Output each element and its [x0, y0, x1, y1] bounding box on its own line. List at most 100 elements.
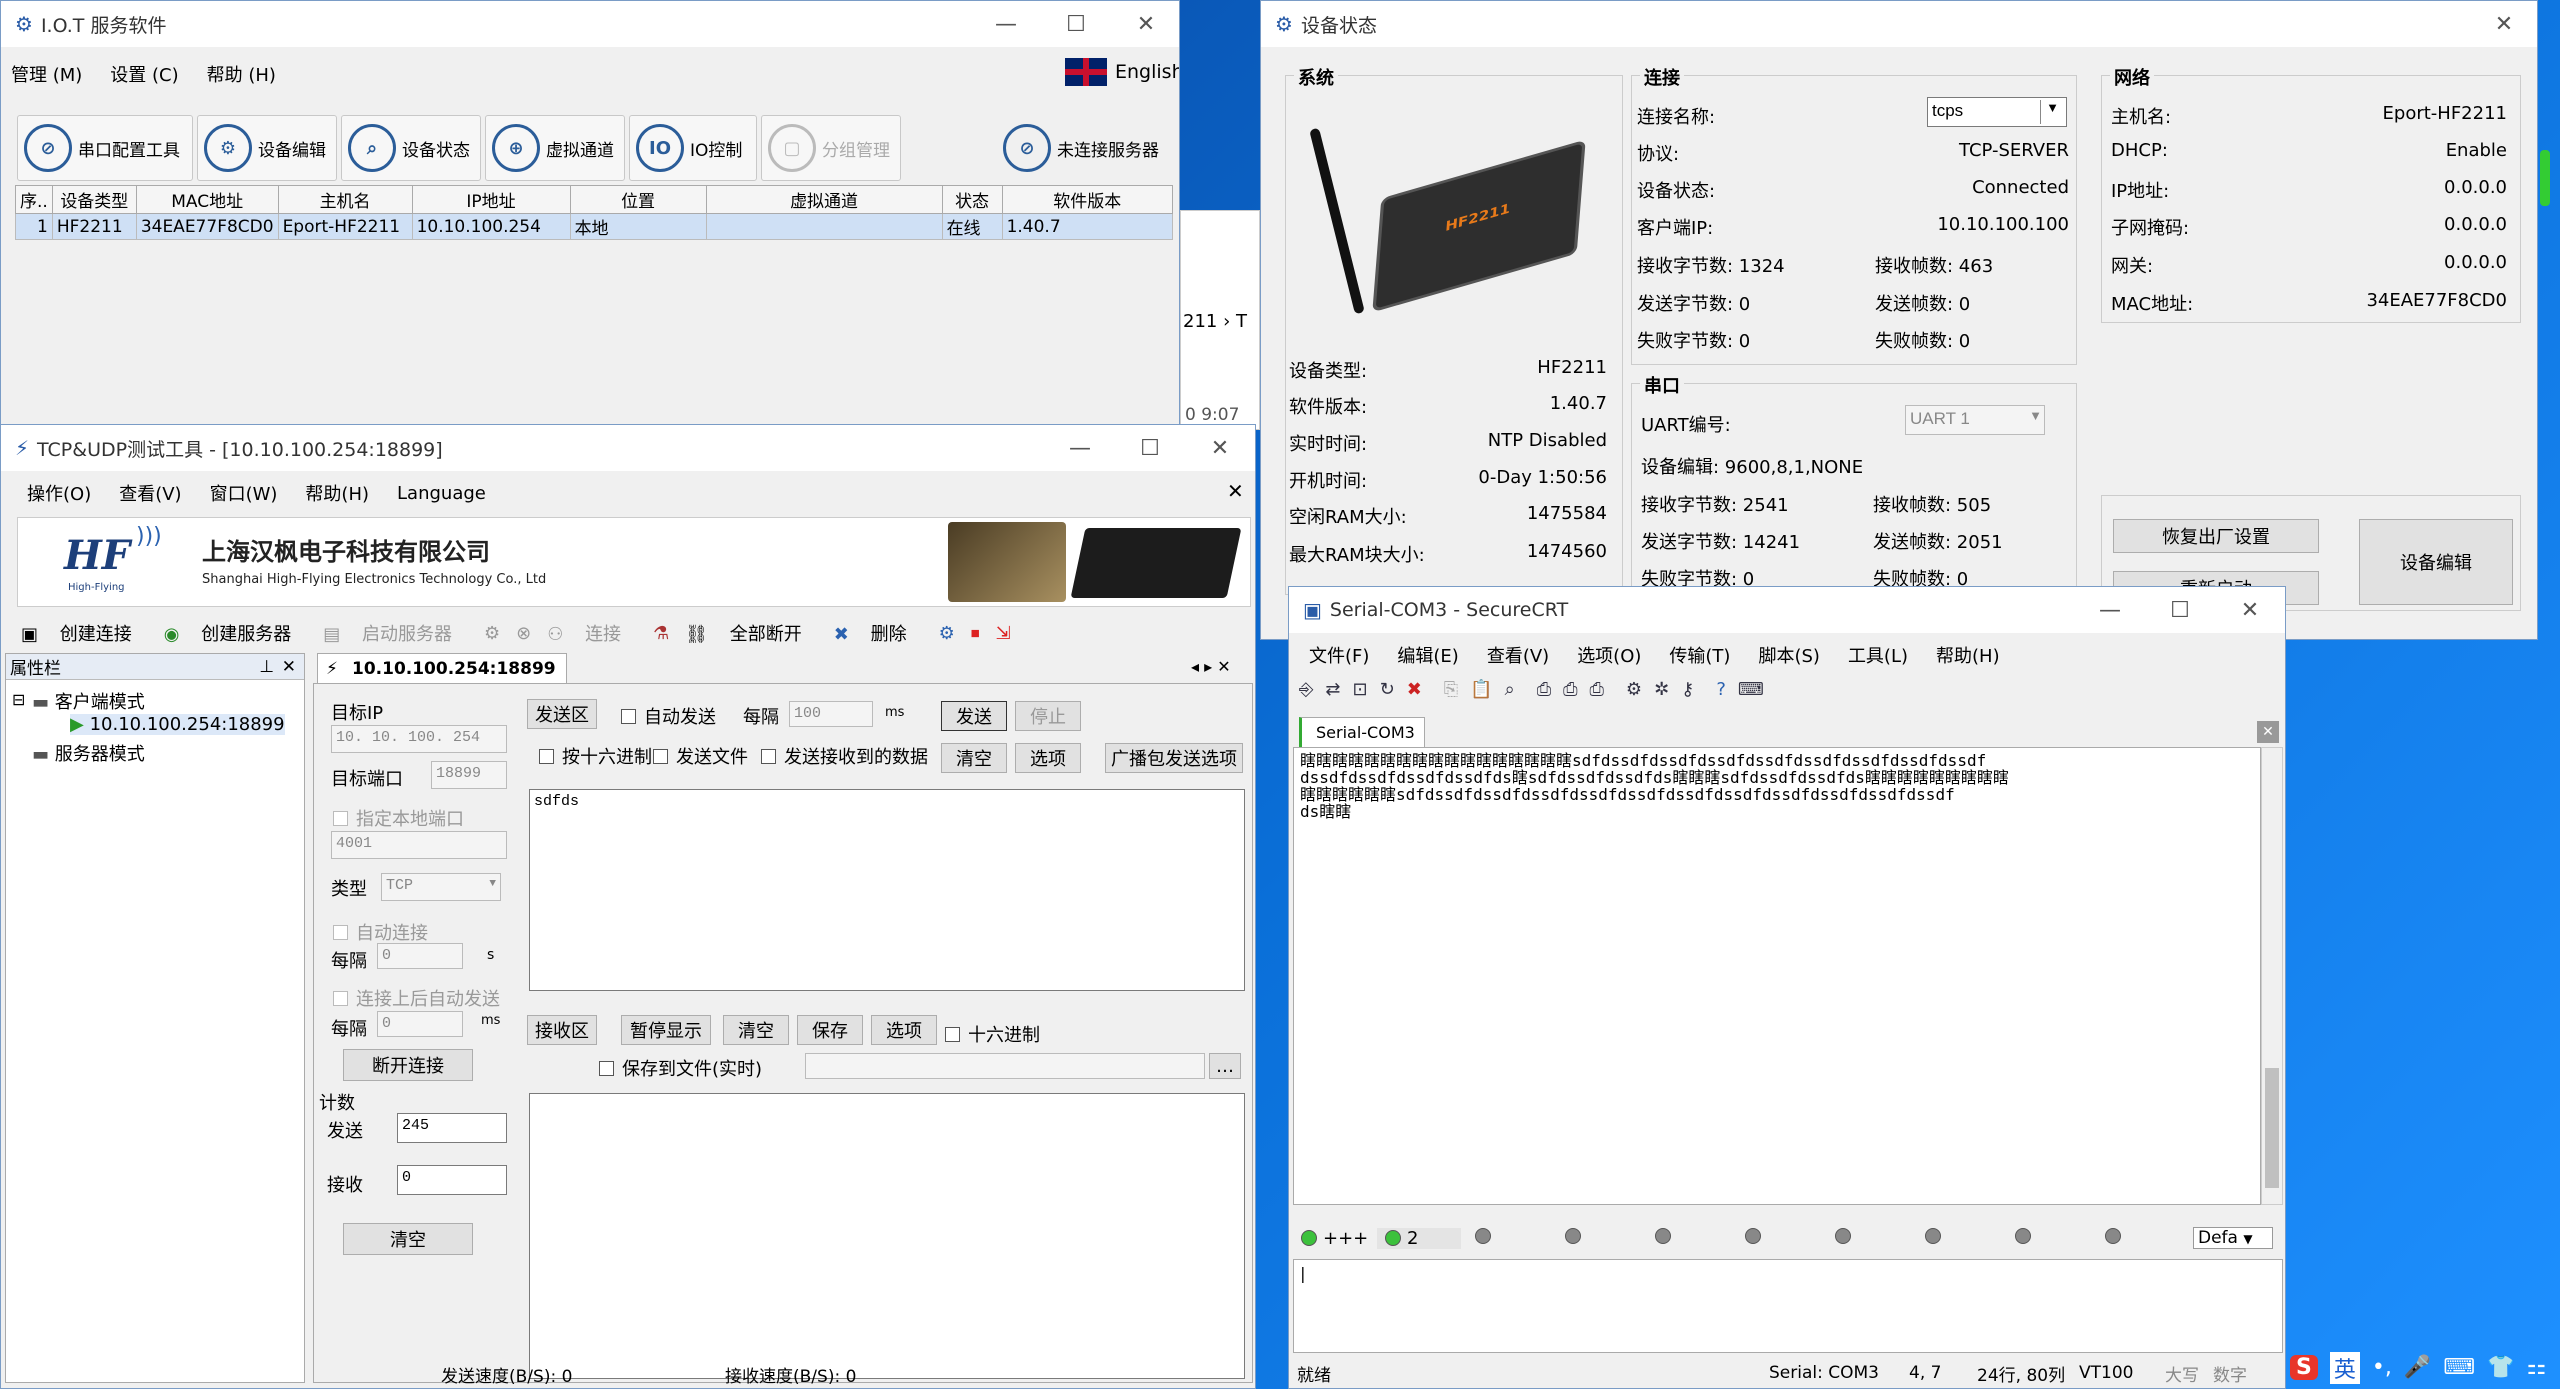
connection-tab[interactable]: ⚡ 10.10.100.254:18899	[317, 653, 567, 683]
menu-help[interactable]: 帮助 (H)	[207, 61, 276, 87]
language-switch[interactable]: English	[1065, 58, 1179, 86]
create-server-button[interactable]: ◉ 创建服务器	[164, 620, 307, 646]
minimize-button[interactable]: —	[2075, 587, 2145, 633]
grid-icon[interactable]: ⚏	[2526, 1355, 2546, 1380]
stop-icon[interactable]: ⏹	[971, 623, 980, 644]
send-interval-input[interactable]: 100	[789, 701, 873, 727]
command-button-10[interactable]	[2091, 1227, 2181, 1249]
punctuation-icon[interactable]: •,	[2372, 1355, 2392, 1380]
menu-operate[interactable]: 操作(O)	[27, 480, 91, 506]
expand-icon[interactable]: ⊟	[12, 690, 25, 709]
device-status-button[interactable]: ⌕ 设备状态	[341, 115, 481, 181]
keymap-icon[interactable]: ⚷	[1681, 679, 1694, 709]
send-textarea[interactable]: sdfds	[529, 789, 1245, 991]
menu-file[interactable]: 文件(F)	[1309, 642, 1369, 668]
broadcast-options-button[interactable]: 广播包发送选项	[1105, 743, 1243, 773]
menu-view[interactable]: 查看(V)	[1487, 642, 1549, 668]
disconnect-icon[interactable]: ✖	[1407, 679, 1422, 709]
command-button-1[interactable]: +++	[1293, 1228, 1377, 1249]
clear-count-button[interactable]: 清空	[343, 1223, 473, 1255]
menu-manage[interactable]: 管理 (M)	[11, 61, 82, 87]
disconnect-all-button[interactable]: ⛓ 全部断开	[685, 620, 818, 646]
create-connection-button[interactable]: ▣ 创建连接	[21, 620, 148, 646]
menu-view[interactable]: 查看(V)	[119, 480, 181, 506]
client-mode-node[interactable]: ▬ 客户端模式	[32, 688, 145, 714]
command-button-4[interactable]	[1551, 1227, 1641, 1249]
reconnect-icon[interactable]: ↻	[1380, 679, 1395, 709]
close-button[interactable]: ✕	[1185, 425, 1255, 471]
recv-count-input[interactable]: 0	[397, 1165, 507, 1195]
clear-send-button[interactable]: 清空	[941, 743, 1007, 773]
factory-reset-button[interactable]: 恢复出厂设置	[2113, 519, 2319, 553]
server-mode-node[interactable]: ▬ 服务器模式	[32, 740, 145, 766]
menu-settings[interactable]: 设置 (C)	[110, 61, 178, 87]
copy-icon[interactable]: ⎘	[1444, 679, 1458, 709]
recv-textarea[interactable]	[529, 1093, 1245, 1379]
connect-button[interactable]: ⚇ 连接	[547, 620, 637, 646]
settings-icon[interactable]: ⚙	[939, 623, 955, 644]
command-window[interactable]: |	[1293, 1259, 2283, 1353]
menu-edit[interactable]: 编辑(E)	[1397, 642, 1458, 668]
stop-server-icon[interactable]: ⚙	[484, 623, 500, 644]
minimize-button[interactable]: —	[1045, 425, 1115, 471]
command-button-9[interactable]	[2001, 1227, 2091, 1249]
terminal-scrollbar[interactable]	[2261, 747, 2283, 1205]
disconnect-icon[interactable]: ⚗	[653, 623, 669, 644]
command-button-6[interactable]	[1731, 1227, 1821, 1249]
quick-connect-icon[interactable]: ⇄	[1325, 679, 1340, 709]
maximize-button[interactable]: ☐	[1115, 425, 1185, 471]
minimize-button[interactable]: —	[971, 1, 1041, 47]
table-row[interactable]: 1 HF2211 34EAE77F8CD0 Eport-HF2211 10.10…	[15, 213, 1174, 240]
close-button[interactable]: ✕	[2215, 587, 2285, 633]
save-to-file-checkbox[interactable]: 保存到文件(实时)	[599, 1055, 762, 1081]
auto-connect-checkbox[interactable]: 自动连接	[333, 919, 428, 945]
close-mdi-icon[interactable]: ✕	[1227, 479, 1244, 503]
keyboard-icon[interactable]: ⌨	[1738, 679, 1764, 709]
group-manage-button[interactable]: ▢ 分组管理	[761, 115, 901, 181]
save-button[interactable]: 保存	[797, 1015, 863, 1045]
shirt-icon[interactable]: 👕	[2487, 1355, 2514, 1380]
target-port-input[interactable]: 18899	[431, 761, 507, 789]
help-icon[interactable]: ?	[1716, 679, 1726, 709]
session-options-icon[interactable]: ⚙	[1626, 679, 1642, 709]
menu-tools[interactable]: 工具(L)	[1848, 642, 1908, 668]
connect-icon[interactable]: ⎆	[1299, 679, 1313, 709]
send-received-checkbox[interactable]: 发送接收到的数据	[761, 743, 928, 769]
delete-button[interactable]: ✖ 删除	[834, 620, 923, 646]
menu-options[interactable]: 选项(O)	[1577, 642, 1641, 668]
clear-recv-button[interactable]: 清空	[723, 1015, 789, 1045]
hex-send-checkbox[interactable]: 按十六进制	[539, 743, 652, 769]
terminal-output[interactable]: 瞎瞎瞎瞎瞎瞎瞎瞎瞎瞎瞎瞎瞎瞎瞎瞎瞎sdfdssdfdssdfdssdfdssdf…	[1293, 747, 2261, 1205]
type-select[interactable]: TCP ▼	[381, 873, 501, 901]
session-tab[interactable]: Serial-COM3	[1299, 717, 1425, 747]
start-server-button[interactable]: ▤ 启动服务器	[323, 620, 468, 646]
menu-help[interactable]: 帮助(H)	[1936, 642, 2000, 668]
close-panel-icon[interactable]: ✕	[282, 657, 296, 677]
server-connection-button[interactable]: ⊘ 未连接服务器	[997, 115, 1173, 181]
auto-send-after-connect-checkbox[interactable]: 连接上后自动发送	[333, 985, 500, 1011]
print-setup-icon[interactable]: ⎙	[1537, 679, 1551, 709]
browse-button[interactable]: …	[1209, 1053, 1241, 1079]
pin-icon[interactable]: ⊥	[259, 657, 274, 677]
command-button-7[interactable]	[1821, 1227, 1911, 1249]
disconnect-button[interactable]: 断开连接	[343, 1049, 473, 1081]
keyboard-icon[interactable]: ⌨	[2443, 1355, 2475, 1380]
tab-close-icon[interactable]: ✕	[2257, 721, 2279, 743]
maximize-button[interactable]: ☐	[1041, 1, 1111, 47]
global-options-icon[interactable]: ✲	[1654, 679, 1669, 709]
print-icon[interactable]: ⎙	[1563, 679, 1577, 709]
menu-script[interactable]: 脚本(S)	[1758, 642, 1819, 668]
menu-language[interactable]: Language	[397, 483, 486, 504]
menu-transfer[interactable]: 传输(T)	[1669, 642, 1730, 668]
send-file-checkbox[interactable]: 发送文件	[653, 743, 748, 769]
pause-display-button[interactable]: 暂停显示	[621, 1015, 711, 1045]
hex-display-checkbox[interactable]: 十六进制	[945, 1021, 1040, 1047]
sogou-icon[interactable]: S	[2290, 1355, 2318, 1380]
scrollbar-thumb[interactable]	[2265, 1068, 2279, 1188]
microphone-icon[interactable]: 🎤	[2404, 1355, 2431, 1380]
paste-icon[interactable]: 📋	[1470, 679, 1492, 709]
command-button-5[interactable]	[1641, 1227, 1731, 1249]
maximize-button[interactable]: ☐	[2145, 587, 2215, 633]
virtual-channel-button[interactable]: ⊕ 虚拟通道	[485, 115, 625, 181]
device-edit-button[interactable]: ⚙ 设备编辑	[197, 115, 337, 181]
